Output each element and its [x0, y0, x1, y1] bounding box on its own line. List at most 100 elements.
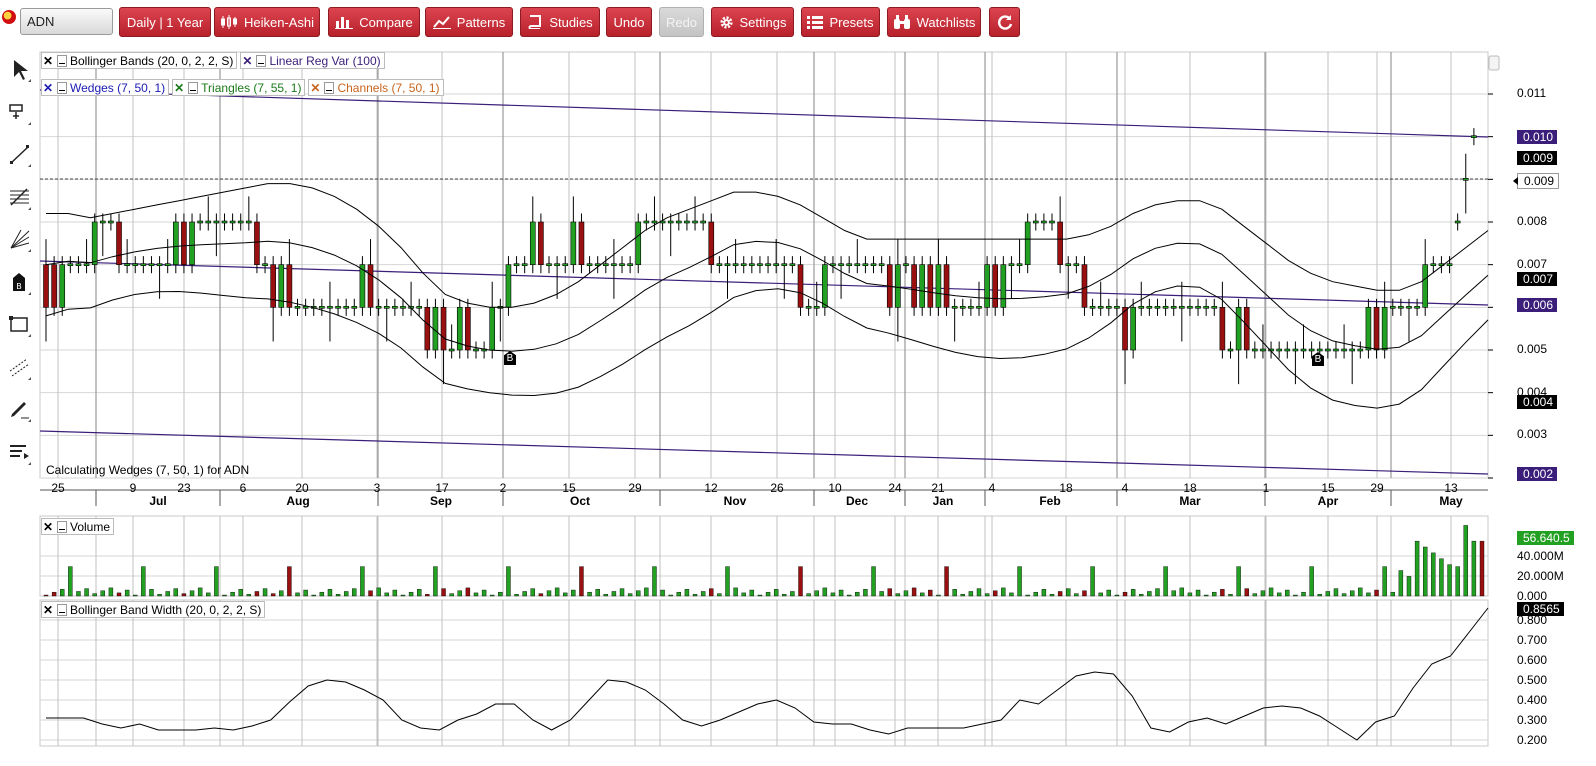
price-tag: 0.004: [1511, 395, 1558, 409]
candle: [1146, 306, 1153, 309]
volume-bar: [668, 594, 673, 597]
volume-bar: [1293, 594, 1298, 597]
volume-bar: [1252, 593, 1258, 597]
volume-bar: [360, 566, 365, 597]
volume-bar: [1017, 566, 1022, 597]
candle: [708, 221, 715, 265]
legend-bollinger-band-width[interactable]: ✕ Bollinger Band Width (20, 0, 2, 2, S): [41, 601, 266, 618]
legend-volume[interactable]: ✕ Volume: [41, 518, 115, 535]
volume-bar: [993, 590, 998, 597]
volume-bar: [92, 593, 97, 597]
volume-bar: [928, 589, 933, 597]
close-icon[interactable]: ✕: [42, 54, 54, 68]
day-label: 29: [628, 481, 642, 495]
candle: [676, 220, 682, 224]
candle: [1170, 306, 1177, 309]
volume-bar: [514, 594, 519, 597]
candle: [1016, 263, 1023, 266]
candle: [1081, 264, 1088, 308]
day-label: 15: [562, 481, 576, 495]
volume-bar: [1358, 587, 1363, 597]
minimize-icon[interactable]: [57, 520, 67, 533]
candle: [197, 220, 203, 224]
candle: [1381, 307, 1388, 351]
volume-bar: [838, 589, 844, 597]
bbw-axis-label: 0.400: [1517, 693, 1548, 707]
volume-bar: [368, 590, 373, 597]
day-label: 10: [828, 481, 842, 495]
volume-bar: [254, 591, 260, 597]
legend-linear-reg-var[interactable]: ✕ Linear Reg Var (100): [240, 52, 385, 69]
price-tag: 0.006: [1511, 298, 1558, 312]
status-text: Calculating Wedges (7, 50, 1) for ADN: [46, 463, 250, 477]
legend-channels[interactable]: ✕ Channels (7, 50, 1): [308, 79, 444, 96]
minimize-icon[interactable]: [256, 54, 267, 67]
close-icon[interactable]: ✕: [42, 81, 54, 95]
close-icon[interactable]: ✕: [309, 81, 321, 95]
minimize-icon[interactable]: [57, 54, 67, 67]
candle: [911, 264, 917, 308]
close-icon[interactable]: ✕: [241, 54, 253, 68]
candle: [1471, 135, 1477, 138]
legend-bollinger-bands[interactable]: ✕ Bollinger Bands (20, 0, 2, 2, S): [41, 52, 238, 69]
close-icon[interactable]: ✕: [42, 603, 54, 617]
candle: [156, 263, 163, 266]
volume-bar: [425, 594, 430, 597]
candle: [1357, 348, 1364, 352]
volume-bar: [911, 587, 917, 597]
volume-bar: [506, 566, 511, 597]
legend-triangles[interactable]: ✕ Triangles (7, 55, 1): [172, 79, 306, 96]
candle: [448, 348, 455, 352]
day-label: 13: [1444, 481, 1458, 495]
close-icon[interactable]: ✕: [42, 520, 54, 534]
volume-bar: [1114, 594, 1120, 597]
candle: [91, 221, 98, 265]
volume-bar: [879, 591, 884, 597]
month-label: Apr: [1317, 494, 1339, 508]
candle: [489, 307, 496, 351]
candle: [246, 220, 252, 224]
candle: [635, 221, 642, 265]
minimize-icon[interactable]: [57, 81, 67, 94]
volume-bar: [1325, 591, 1331, 597]
volume-bar: [1349, 590, 1355, 597]
candle: [229, 220, 236, 224]
day-label: 23: [177, 481, 191, 495]
candle: [1300, 348, 1307, 352]
legend-label: Triangles (7, 55, 1): [201, 80, 302, 95]
chart-canvas[interactable]: [0, 0, 1596, 766]
volume-bar: [1309, 566, 1314, 597]
minimize-icon[interactable]: [324, 81, 335, 94]
candle: [59, 264, 66, 308]
volume-bar: [1001, 587, 1006, 597]
candle: [692, 220, 698, 224]
minimize-icon[interactable]: [188, 81, 199, 94]
price-tag: 0.007: [1511, 272, 1558, 286]
volume-bar: [376, 587, 381, 597]
volume-bar: [1382, 566, 1387, 597]
candle: [529, 221, 536, 265]
volume-bar: [652, 566, 657, 597]
candle: [1446, 263, 1453, 266]
candle: [221, 220, 228, 224]
candle: [586, 263, 593, 266]
volume-bar: [1139, 594, 1144, 597]
volume-bar: [538, 593, 544, 597]
volume-bar: [408, 591, 414, 597]
volume-bar: [1439, 558, 1444, 597]
volume-bar: [1260, 590, 1266, 597]
close-icon[interactable]: ✕: [173, 81, 185, 95]
volume-bar: [611, 591, 617, 597]
minimize-icon[interactable]: [57, 603, 67, 616]
legend-wedges[interactable]: ✕ Wedges (7, 50, 1): [41, 79, 170, 96]
volume-bar: [968, 591, 974, 597]
volume-bar: [473, 592, 479, 597]
volume-bar: [636, 590, 641, 597]
volume-axis-label: 40.000M: [1517, 549, 1564, 563]
day-label: 20: [295, 481, 309, 495]
volume-bar: [676, 591, 682, 597]
scroll-handle[interactable]: [1488, 55, 1500, 71]
volume-bar: [84, 588, 89, 597]
volume-bar: [1155, 588, 1160, 597]
candle: [1049, 220, 1055, 224]
